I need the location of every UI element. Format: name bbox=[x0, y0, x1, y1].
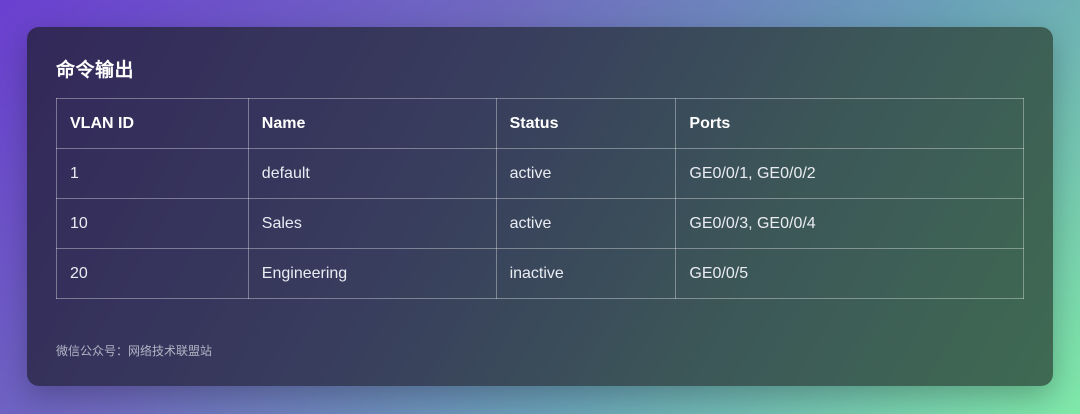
cell-ports: GE0/0/3, GE0/0/4 bbox=[675, 198, 1024, 249]
cell-name: default bbox=[247, 148, 497, 199]
column-header-vlan-id: VLAN ID bbox=[56, 98, 249, 149]
cell-vlan-id: 1 bbox=[56, 148, 249, 199]
card-title: 命令输出 bbox=[56, 59, 135, 81]
table-header-row: VLAN ID Name Status Ports bbox=[56, 98, 1024, 149]
cell-ports: GE0/0/5 bbox=[675, 248, 1024, 299]
cell-vlan-id: 10 bbox=[56, 198, 249, 249]
cell-vlan-id: 20 bbox=[56, 248, 249, 299]
column-header-status: Status bbox=[495, 98, 677, 149]
cell-status: active bbox=[495, 198, 677, 249]
cell-name: Engineering bbox=[247, 248, 497, 299]
vlan-table: VLAN ID Name Status Ports 1 default acti… bbox=[56, 98, 1024, 299]
table-row: 20 Engineering inactive GE0/0/5 bbox=[56, 248, 1024, 299]
cell-name: Sales bbox=[247, 198, 497, 249]
table-row: 1 default active GE0/0/1, GE0/0/2 bbox=[56, 148, 1024, 199]
cell-status: inactive bbox=[495, 248, 677, 299]
cell-ports: GE0/0/1, GE0/0/2 bbox=[675, 148, 1024, 199]
footer-note: 微信公众号：网络技术联盟站 bbox=[56, 344, 213, 358]
column-header-ports: Ports bbox=[675, 98, 1024, 149]
output-card: 命令输出 VLAN ID Name Status Ports 1 default… bbox=[27, 27, 1053, 386]
column-header-name: Name bbox=[247, 98, 497, 149]
table-row: 10 Sales active GE0/0/3, GE0/0/4 bbox=[56, 198, 1024, 249]
cell-status: active bbox=[495, 148, 677, 199]
